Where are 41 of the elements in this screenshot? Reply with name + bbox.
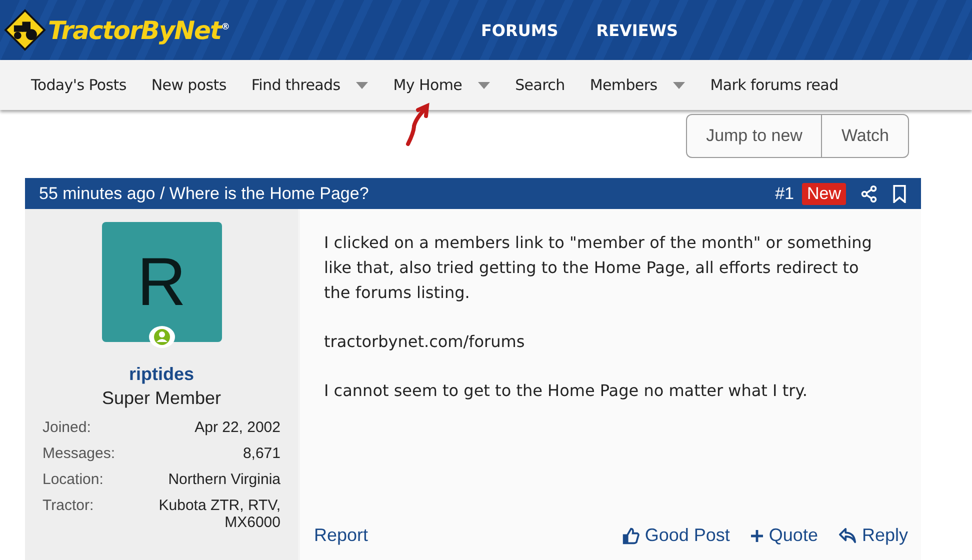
reply-arrow-icon[interactable]: [838, 527, 857, 544]
reply-link[interactable]: Reply: [838, 525, 908, 546]
nav-link[interactable]: Find threads: [251, 76, 340, 94]
thread-button[interactable]: Watch: [821, 114, 909, 158]
logo-text[interactable]: TractorByNet$^{®}$: [48, 16, 229, 44]
nav-link[interactable]: My Home: [393, 76, 462, 94]
stat-value: Northern Virginia: [167, 471, 280, 488]
caret-icon[interactable]: [673, 82, 686, 88]
share-icon[interactable]: [860, 184, 878, 202]
username-link[interactable]: riptides: [128, 364, 194, 385]
new-badge: New: [802, 182, 846, 204]
post-paragraph: I cannot seem to get to the Home Page no matter what I try.: [324, 380, 808, 402]
stat-value: Apr 22, 2002: [194, 419, 280, 436]
stat-label: Location:: [42, 471, 104, 488]
caret-icon[interactable]: [478, 82, 490, 88]
caret-icon[interactable]: [356, 82, 368, 88]
stat-label: Joined:: [42, 419, 92, 436]
post-title[interactable]: 55 minutes ago / Where is the Home Page?: [39, 184, 762, 204]
header-link[interactable]: REVIEWS: [596, 20, 678, 40]
nav-link[interactable]: New posts: [151, 76, 226, 94]
plus-icon[interactable]: [750, 528, 764, 542]
bookmark-icon[interactable]: [892, 184, 907, 202]
nav-link[interactable]: Members: [590, 76, 658, 94]
nav-link[interactable]: Search: [515, 76, 565, 94]
stat-value: Kubota ZTR, RTV, MX6000: [158, 497, 280, 531]
stat-value: 8,671: [242, 445, 280, 462]
thread-button[interactable]: Jump to new: [686, 114, 822, 158]
post-number[interactable]: #1: [775, 184, 794, 204]
stat-label: Messages:: [42, 445, 116, 462]
header-link[interactable]: FORUMS: [481, 20, 558, 40]
like-link[interactable]: Good Post: [622, 525, 730, 546]
stat-label: Tractor:: [42, 497, 95, 516]
nav-link[interactable]: Mark forums read: [710, 76, 838, 94]
nav-link[interactable]: Today's Posts: [31, 76, 126, 94]
post-paragraph: I clicked on a members link to "member of the month" or something like that, also tried getting to the Home Page, all efforts redirect to the forums listing.: [324, 232, 873, 304]
avatar[interactable]: R: [102, 222, 222, 342]
report-link[interactable]: Report: [314, 525, 368, 546]
thumbs-up-icon[interactable]: [622, 526, 640, 544]
post-paragraph: tractorbynet.com/forums: [324, 331, 526, 353]
user-title: Super Member: [102, 388, 222, 409]
quote-link[interactable]: Quote: [750, 525, 818, 546]
